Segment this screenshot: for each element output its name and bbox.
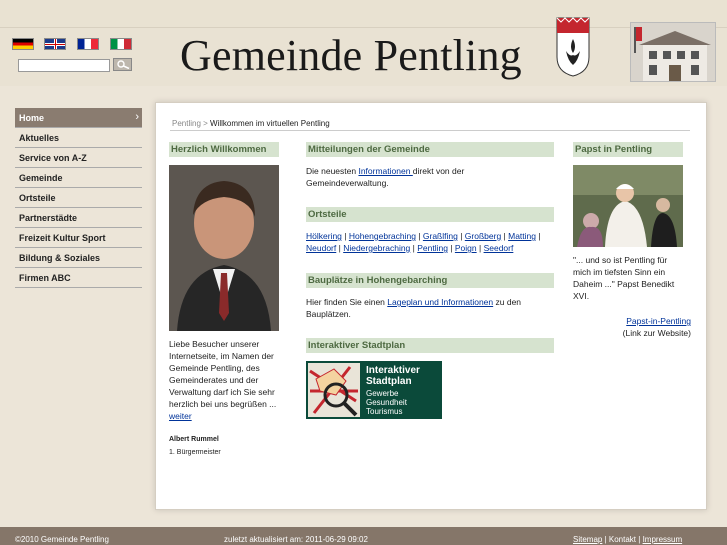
signature-name: Albert Rummel xyxy=(169,436,219,443)
stadtplan-banner[interactable]: Interaktiver Stadtplan Gewerbe Gesundhei… xyxy=(306,361,442,419)
bauplaetze-text-pre: Hier finden Sie einen xyxy=(306,297,388,307)
nav-item-aktuelles[interactable]: Aktuelles xyxy=(15,128,142,148)
nav-item-home[interactable]: Home › xyxy=(15,108,142,128)
nav-item-label: Bildung & Soziales xyxy=(19,253,101,263)
footer-updated: zuletzt aktualisiert am: 2011-06-29 09:0… xyxy=(224,535,368,544)
ortsteil-separator: | xyxy=(535,231,541,241)
sitemap-link[interactable]: Sitemap xyxy=(573,535,602,544)
ortsteil-separator: | xyxy=(341,231,349,241)
nav-item-label: Firmen ABC xyxy=(19,273,71,283)
bauplaetze-text: Hier finden Sie einen Lageplan und Infor… xyxy=(306,296,546,320)
footer-copyright: ©2010 Gemeinde Pentling xyxy=(15,535,109,544)
welcome-text: Liebe Besucher unserer Internetseite, im… xyxy=(169,339,277,409)
sidebar-nav: Home › Aktuelles Service von A-Z Gemeinde… xyxy=(15,108,142,288)
welcome-text-block: Liebe Besucher unserer Internetseite, im… xyxy=(169,338,281,422)
top-bar xyxy=(0,0,727,28)
papst-quote: "... und so ist Pentling für mich im tie… xyxy=(573,255,675,301)
ortsteil-link[interactable]: Graßlfing xyxy=(423,231,458,241)
ortsteil-link[interactable]: Poign xyxy=(455,243,477,253)
nav-item-label: Service von A-Z xyxy=(19,153,87,163)
flag-germany-icon[interactable] xyxy=(12,38,34,50)
pope-photo xyxy=(573,165,683,247)
nav-item-label: Home xyxy=(19,113,45,123)
flag-uk-icon[interactable] xyxy=(44,38,66,50)
search-button[interactable] xyxy=(113,58,132,71)
nav-item-freizeit[interactable]: Freizeit Kultur Sport xyxy=(15,228,142,248)
papst-link-block: Papst-in-Pentling (Link zur Website) xyxy=(573,315,691,339)
ortsteil-link[interactable]: Seedorf xyxy=(484,243,514,253)
mayor-photo xyxy=(169,165,279,331)
welcome-heading: Herzlich Willkommen xyxy=(169,142,279,157)
ortsteil-link[interactable]: Neudorf xyxy=(306,243,336,253)
flag-france-icon[interactable] xyxy=(77,38,99,50)
ortsteil-separator: | xyxy=(447,243,455,253)
nav-item-label: Ortsteile xyxy=(19,193,56,203)
nav-item-partnerstaedte[interactable]: Partnerstädte xyxy=(15,208,142,228)
nav-item-label: Partnerstädte xyxy=(19,213,78,223)
breadcrumb-root-link[interactable]: Pentling xyxy=(172,119,201,128)
nav-item-ortsteile[interactable]: Ortsteile xyxy=(15,188,142,208)
mitteilungen-text-pre: Die neuesten xyxy=(306,166,359,176)
ortsteile-links: Hölkering | Hohengebraching | Graßlfing … xyxy=(306,230,558,254)
nav-item-label: Gemeinde xyxy=(19,173,63,183)
papst-link-note: (Link zur Website) xyxy=(622,328,691,338)
mitteilungen-text: Die neuesten Informationen direkt von de… xyxy=(306,165,546,189)
ortsteil-separator: | xyxy=(457,231,465,241)
ortsteil-link[interactable]: Hohengebraching xyxy=(349,231,416,241)
header-band xyxy=(0,86,727,96)
bauplaetze-heading: Bauplätze in Hohengebarching xyxy=(306,273,554,288)
ortsteil-separator: | xyxy=(476,243,484,253)
nav-item-label: Aktuelles xyxy=(19,133,60,143)
stadtplan-image-subtitle: Gewerbe Gesundheit Tourismus xyxy=(366,389,407,416)
site-title: Gemeinde Pentling xyxy=(180,31,522,80)
nav-item-bildung[interactable]: Bildung & Soziales xyxy=(15,248,142,268)
nav-item-service[interactable]: Service von A-Z xyxy=(15,148,142,168)
papst-heading: Papst in Pentling xyxy=(573,142,683,157)
stadtplan-heading: Interaktiver Stadtplan xyxy=(306,338,554,353)
mitteilungen-heading: Mitteilungen der Gemeinde xyxy=(306,142,554,157)
ortsteil-link[interactable]: Großberg xyxy=(465,231,501,241)
informationen-link[interactable]: Informationen xyxy=(358,166,412,176)
nav-item-label: Freizeit Kultur Sport xyxy=(19,233,106,243)
lageplan-link[interactable]: Lageplan und Informationen xyxy=(387,297,493,307)
ortsteil-link[interactable]: Hölkering xyxy=(306,231,342,241)
signature-role: 1. Bürgermeister xyxy=(169,449,221,456)
town-hall-photo xyxy=(630,22,716,82)
papst-in-pentling-link[interactable]: Papst-in-Pentling xyxy=(573,315,691,327)
main-content: Pentling > Willkommen im virtuellen Pent… xyxy=(155,102,707,510)
impressum-link[interactable]: Impressum xyxy=(643,535,683,544)
divider xyxy=(170,130,690,131)
flag-italy-icon[interactable] xyxy=(110,38,132,50)
breadcrumb-current: Willkommen im virtuellen Pentling xyxy=(210,119,330,128)
welcome-more-link[interactable]: weiter xyxy=(169,411,192,421)
breadcrumb-separator: > xyxy=(200,119,211,128)
chevron-right-icon: › xyxy=(135,111,139,123)
kontakt-link[interactable]: Kontakt xyxy=(609,535,636,544)
ortsteil-link[interactable]: Niedergebraching xyxy=(343,243,410,253)
ortsteile-heading: Ortsteile xyxy=(306,207,554,222)
nav-item-gemeinde[interactable]: Gemeinde xyxy=(15,168,142,188)
nav-item-firmen[interactable]: Firmen ABC xyxy=(15,268,142,288)
coat-of-arms-icon xyxy=(556,17,590,77)
footer: ©2010 Gemeinde Pentling zuletzt aktualis… xyxy=(0,527,727,545)
ortsteil-link[interactable]: Pentling xyxy=(417,243,448,253)
stadtplan-image-title: Interaktiver Stadtplan xyxy=(366,365,420,387)
footer-links: Sitemap | Kontakt | Impressum xyxy=(573,535,683,544)
ortsteil-link[interactable]: Matting xyxy=(508,231,536,241)
search-icon xyxy=(116,60,129,69)
search-input[interactable] xyxy=(18,59,110,72)
ortsteil-separator: | xyxy=(415,231,423,241)
breadcrumb: Pentling > Willkommen im virtuellen Pent… xyxy=(172,119,330,128)
